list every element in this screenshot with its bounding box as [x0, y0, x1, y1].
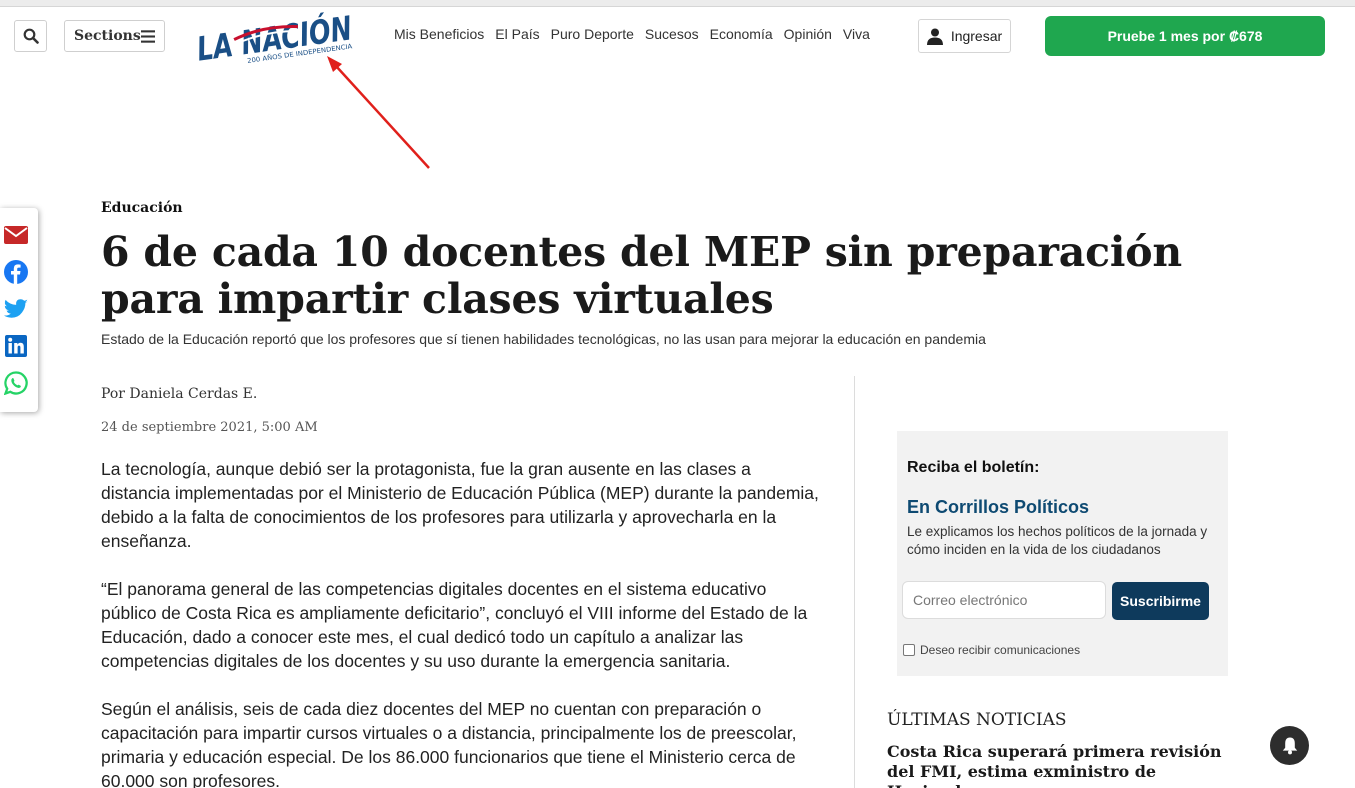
- user-icon: [926, 28, 943, 45]
- consent-checkbox-row[interactable]: Deseo recibir comunicaciones: [903, 643, 1080, 657]
- promo-label: Pruebe 1 mes por ₡678: [1107, 28, 1263, 44]
- whatsapp-icon[interactable]: [4, 371, 28, 395]
- nav-mis-beneficios[interactable]: Mis Beneficios: [394, 26, 484, 42]
- article-date: 24 de septiembre 2021, 5:00 AM: [101, 420, 318, 435]
- email-icon[interactable]: [4, 223, 28, 247]
- twitter-icon[interactable]: [4, 297, 28, 321]
- email-field[interactable]: Correo electrónico: [902, 581, 1106, 619]
- subscribe-button[interactable]: Suscribirme: [1112, 582, 1209, 620]
- article-byline: Por Daniela Cerdas E.: [101, 386, 258, 402]
- article-category[interactable]: Educación: [101, 200, 183, 216]
- nav-economia[interactable]: Economía: [710, 26, 773, 42]
- nav-viva[interactable]: Viva: [843, 26, 870, 42]
- nav-sucesos[interactable]: Sucesos: [645, 26, 699, 42]
- hamburger-icon: [140, 29, 155, 43]
- latest-news-item[interactable]: Costa Rica superará primera revisión del…: [887, 742, 1232, 788]
- sections-label: Sections: [74, 28, 141, 44]
- consent-checkbox[interactable]: [903, 644, 915, 656]
- subscribe-promo-button[interactable]: Pruebe 1 mes por ₡678: [1045, 16, 1325, 56]
- newsletter-name: En Corrillos Políticos: [907, 497, 1090, 517]
- newsletter-box: Reciba el boletín: En Corrillos Político…: [897, 431, 1228, 676]
- article-paragraph: La tecnología, aunque debió ser la prota…: [101, 459, 819, 551]
- column-divider: [854, 376, 855, 788]
- main-nav: Mis Beneficios El País Puro Deporte Suce…: [394, 26, 870, 42]
- bell-icon: [1282, 737, 1297, 755]
- newsletter-title: Reciba el boletín:: [907, 459, 1040, 476]
- nav-opinion[interactable]: Opinión: [784, 26, 832, 42]
- article-subtitle: Estado de la Educación reportó que los p…: [101, 331, 986, 347]
- latest-news-title: ÚLTIMAS NOTICIAS: [887, 710, 1067, 730]
- sections-menu-button[interactable]: Sections: [64, 20, 165, 52]
- facebook-icon[interactable]: [4, 260, 28, 284]
- login-label: Ingresar: [950, 28, 1003, 44]
- linkedin-icon[interactable]: [4, 334, 28, 358]
- search-button[interactable]: [14, 20, 47, 52]
- article-paragraph: “El panorama general de las competencias…: [101, 579, 808, 671]
- nav-el-pais[interactable]: El País: [495, 26, 539, 42]
- nav-puro-deporte[interactable]: Puro Deporte: [551, 26, 634, 42]
- search-icon: [23, 28, 39, 44]
- article-body: La tecnología, aunque debió ser la prota…: [101, 457, 821, 788]
- newsletter-description: Le explicamos los hechos políticos de la…: [907, 524, 1208, 557]
- notifications-button[interactable]: [1270, 726, 1309, 765]
- share-sidebar: [0, 208, 38, 412]
- article-headline: 6 de cada 10 docentes del MEP sin prepar…: [101, 228, 1182, 323]
- consent-label: Deseo recibir comunicaciones: [920, 643, 1081, 657]
- login-button[interactable]: Ingresar: [918, 19, 1011, 53]
- article-paragraph: Según el análisis, seis de cada diez doc…: [101, 699, 797, 788]
- la-nacion-logo[interactable]: LA NACIÓN 200 AÑOS DE INDEPENDENCIA: [194, 6, 356, 68]
